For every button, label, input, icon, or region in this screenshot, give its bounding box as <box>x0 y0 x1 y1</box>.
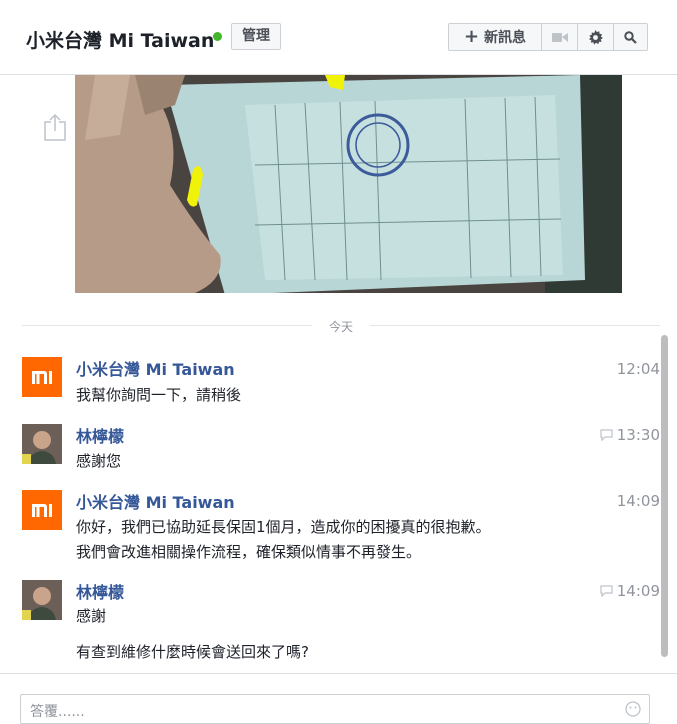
seen-chat-icon <box>600 585 613 597</box>
divider <box>0 673 677 674</box>
share-button[interactable] <box>44 113 66 145</box>
message-text: 你好，我們已協助延長保固1個月，造成你的困擾真的很抱歉。 <box>76 518 491 536</box>
manage-button[interactable]: 管理 <box>231 23 281 50</box>
sender-name[interactable]: 小米台灣 Mi Taiwan <box>76 489 235 513</box>
timestamp: 14:09 <box>616 582 660 600</box>
gear-icon <box>588 29 603 45</box>
message-text: 感謝 <box>76 607 107 625</box>
scrollbar[interactable] <box>661 335 668 657</box>
search-button[interactable] <box>613 24 647 50</box>
day-separator-label: 今天 <box>328 320 353 334</box>
seen-chat-icon <box>600 429 613 441</box>
avatar[interactable] <box>22 490 62 530</box>
settings-button[interactable] <box>577 24 613 50</box>
mi-logo-icon <box>32 504 52 517</box>
video-call-button[interactable] <box>541 24 577 50</box>
conversation-header: 小米台灣 Mi Taiwan 管理 + 新訊息 <box>0 0 677 75</box>
message-time: 14:09 <box>617 492 660 510</box>
message-text: 感謝您 <box>76 452 122 470</box>
sender-name[interactable]: 林檸檬 <box>76 579 124 603</box>
attached-photo[interactable] <box>75 75 622 293</box>
toolbar: + 新訊息 <box>448 23 648 51</box>
plus-icon: + <box>463 26 480 47</box>
page-title[interactable]: 小米台灣 Mi Taiwan <box>26 26 214 53</box>
message-text: 我幫你詢問一下，請稍後 <box>76 386 242 404</box>
timestamp: 12:04 <box>616 360 660 378</box>
sender-name[interactable]: 小米台灣 Mi Taiwan <box>76 356 235 380</box>
new-message-label: 新訊息 <box>484 30 527 46</box>
sender-name[interactable]: 林檸檬 <box>76 423 124 447</box>
timestamp: 13:30 <box>616 426 660 444</box>
reply-input[interactable]: 答覆...... <box>20 694 650 724</box>
message-time: 14:09 <box>600 582 660 600</box>
new-message-button[interactable]: + 新訊息 <box>449 24 541 50</box>
day-separator: 今天 <box>22 316 660 336</box>
reply-placeholder: 答覆...... <box>30 704 85 720</box>
avatar[interactable] <box>22 580 62 620</box>
avatar[interactable] <box>22 357 62 397</box>
user-photo-icon <box>22 424 62 464</box>
avatar[interactable] <box>22 424 62 464</box>
search-icon <box>624 30 637 44</box>
share-icon <box>44 113 66 141</box>
message-time: 13:30 <box>600 426 660 444</box>
message-time: 12:04 <box>617 360 660 378</box>
message-text: 有查到維修什麼時候會送回來了嗎? <box>76 643 309 661</box>
video-camera-icon <box>551 32 568 42</box>
mi-logo-icon <box>32 371 52 384</box>
message-text: 我們會改進相關操作流程，確保類似情事不再發生。 <box>76 543 422 561</box>
timestamp: 14:09 <box>616 492 660 510</box>
online-status-dot <box>213 32 222 41</box>
user-photo-icon <box>22 580 62 620</box>
